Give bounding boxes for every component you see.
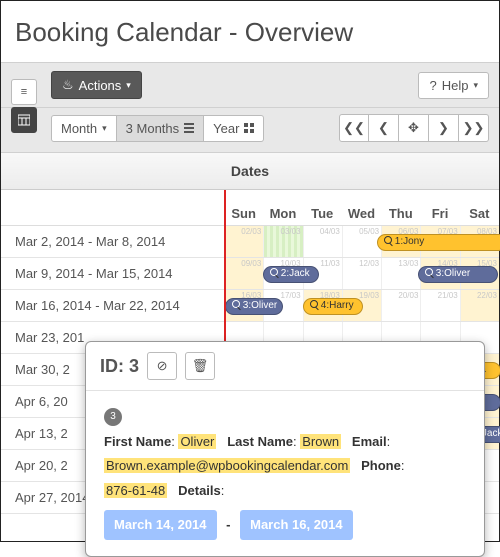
date-to-pill: March 16, 2014 xyxy=(240,510,353,541)
day-tue: Tue xyxy=(303,200,342,225)
row-label: Mar 2, 2014 - Mar 8, 2014 xyxy=(1,234,224,249)
grid-icon xyxy=(244,123,254,133)
row-label: Mar 16, 2014 - Mar 22, 2014 xyxy=(1,298,224,313)
range-group: Month▾ 3 Months Year xyxy=(51,115,264,142)
help-icon: ? xyxy=(429,78,436,93)
caret-down-icon: ▾ xyxy=(473,80,478,91)
nav-first-button[interactable]: ❮❮ xyxy=(339,114,369,142)
table-row: Mar 16, 2014 - Mar 22, 2014 16/03 17/03 … xyxy=(1,290,499,322)
range-3months-button[interactable]: 3 Months xyxy=(117,115,204,142)
prohibit-icon: ⊘ xyxy=(157,358,168,374)
table-row: Mar 2, 2014 - Mar 8, 2014 02/03 03/03 04… xyxy=(1,226,499,258)
actions-label: Actions xyxy=(79,78,122,93)
day-wed: Wed xyxy=(342,200,381,225)
last-name-value: Brown xyxy=(300,434,341,449)
id-badge: 3 xyxy=(104,408,122,426)
view-list-button[interactable]: ≡ xyxy=(11,79,37,105)
first-name-value: Oliver xyxy=(178,434,216,449)
row-label: Mar 9, 2014 - Mar 15, 2014 xyxy=(1,266,224,281)
caret-down-icon: ▾ xyxy=(126,80,131,91)
dates-header: Dates xyxy=(1,153,499,190)
help-button[interactable]: ? Help ▾ xyxy=(418,72,489,99)
booking-popup: ID: 3 ⊘ 🗑 3 First Name: Oliver Last Name… xyxy=(85,341,485,557)
cancel-button[interactable]: ⊘ xyxy=(147,352,177,380)
delete-button[interactable]: 🗑 xyxy=(185,352,215,380)
email-value: Brown.example@wpbookingcalendar.com xyxy=(104,458,350,473)
details-label: Details xyxy=(178,483,221,498)
day-mon: Mon xyxy=(263,200,302,225)
day-thu: Thu xyxy=(381,200,420,225)
view-calendar-button[interactable] xyxy=(11,107,37,133)
popup-id-label: ID: 3 xyxy=(100,356,139,377)
nav-next-button[interactable]: ❯ xyxy=(429,114,459,142)
day-sun: Sun xyxy=(224,200,263,225)
page-title: Booking Calendar - Overview xyxy=(1,1,499,62)
trash-icon: 🗑 xyxy=(192,358,209,374)
nav-today-button[interactable]: ✥ xyxy=(399,114,429,142)
list-icon xyxy=(184,123,194,133)
range-year-button[interactable]: Year xyxy=(204,115,264,142)
phone-label: Phone xyxy=(361,458,401,473)
toolbar: ♨ Actions ▾ ? Help ▾ xyxy=(1,62,499,108)
nav-last-button[interactable]: ❯❯ xyxy=(459,114,489,142)
date-from-pill: March 14, 2014 xyxy=(104,510,217,541)
flame-icon: ♨ xyxy=(62,77,74,93)
last-name-label: Last Name xyxy=(227,434,293,449)
help-label: Help xyxy=(442,78,469,93)
nav-prev-button[interactable]: ❮ xyxy=(369,114,399,142)
table-row: Mar 9, 2014 - Mar 15, 2014 09/03 10/03 1… xyxy=(1,258,499,290)
range-month-button[interactable]: Month▾ xyxy=(51,115,117,142)
booking-pill[interactable]: 3:Oliver xyxy=(418,266,498,283)
day-sat: Sat xyxy=(460,200,499,225)
phone-value: 876-61-48 xyxy=(104,483,167,498)
day-fri: Fri xyxy=(420,200,459,225)
toolbar-row-2: Month▾ 3 Months Year ❮❮ ❮ ✥ ❯ ❯❯ xyxy=(1,108,499,153)
nav-group: ❮❮ ❮ ✥ ❯ ❯❯ xyxy=(339,114,489,142)
email-label: Email xyxy=(352,434,387,449)
booking-pill[interactable]: 3:Oliver xyxy=(225,298,283,315)
booking-pill[interactable]: 1:Jony xyxy=(377,234,500,251)
booking-pill[interactable]: 4:Harry xyxy=(303,298,363,315)
actions-button[interactable]: ♨ Actions ▾ xyxy=(51,71,142,99)
date-dash: - xyxy=(226,517,230,532)
first-name-label: First Name xyxy=(104,434,171,449)
booking-pill[interactable]: 2:Jack xyxy=(263,266,319,283)
caret-down-icon: ▾ xyxy=(102,123,107,134)
